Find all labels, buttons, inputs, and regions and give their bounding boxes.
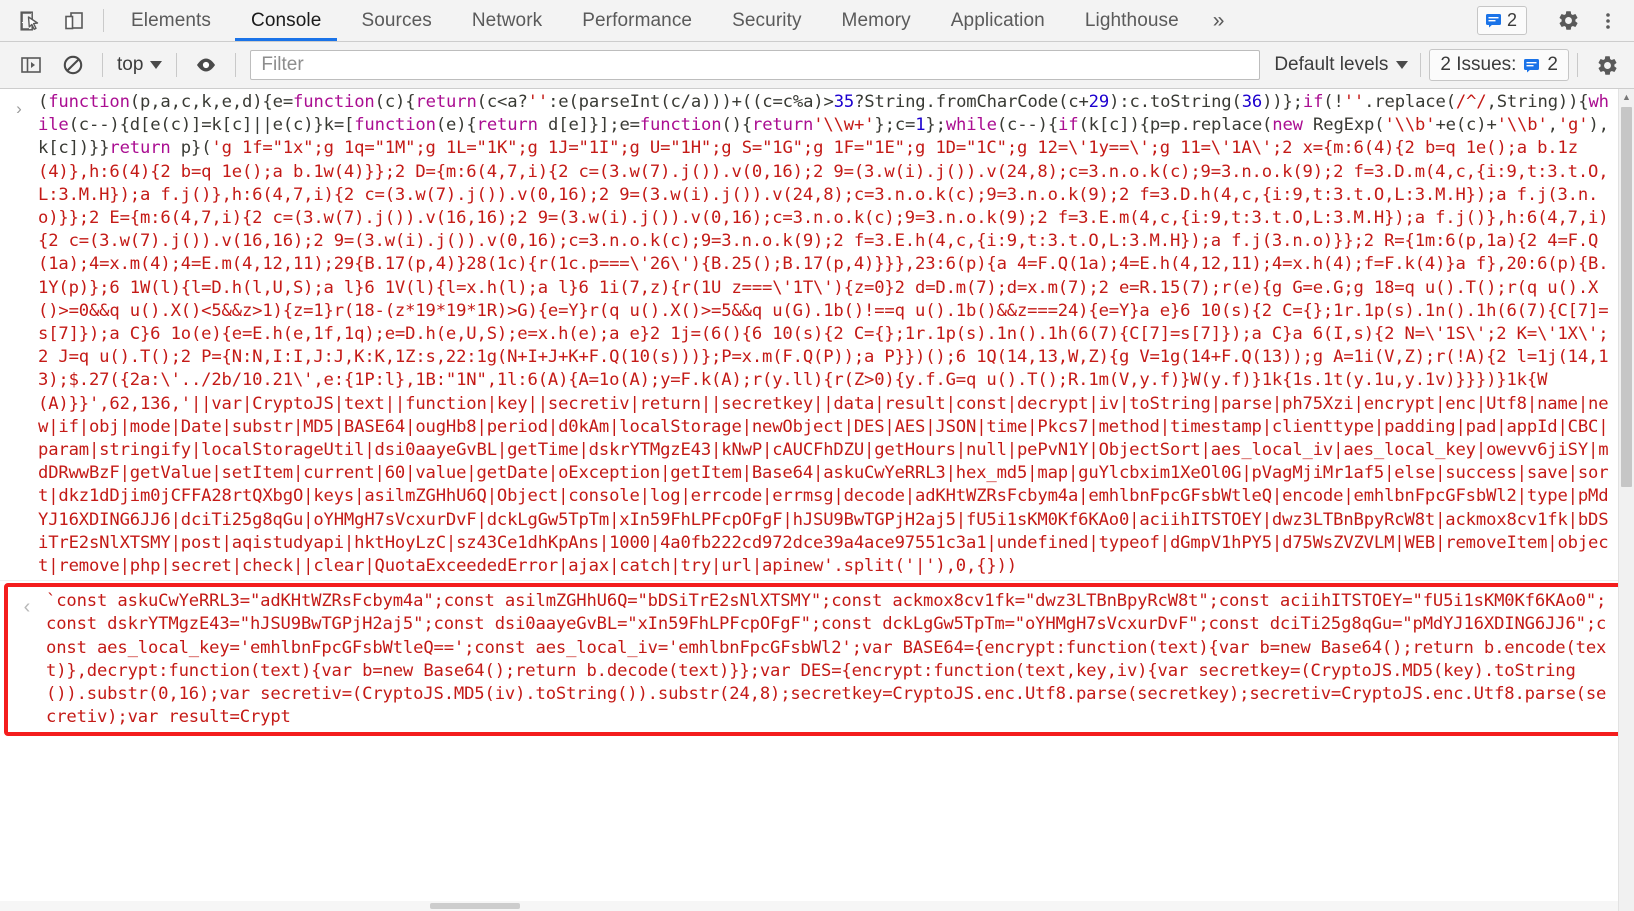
console-result-code: `const askuCwYeRRL3="adKHtWZRsFcbym4a";c… [46, 591, 1607, 728]
console-scroll-area: › (function(p,a,c,k,e,d){e=function(c){r… [0, 89, 1634, 911]
filter-input[interactable] [250, 50, 1261, 80]
chevron-down-icon [1396, 61, 1409, 69]
tab-label: Elements [131, 9, 212, 31]
eye-icon[interactable] [185, 45, 227, 85]
more-tabs-chevron-icon[interactable]: » [1199, 0, 1239, 41]
execution-context-label: top [117, 54, 144, 75]
panel-tabs: Elements Console Sources Network Perform… [111, 0, 1238, 41]
tab-label: Network [471, 9, 543, 31]
gear-icon[interactable] [1548, 0, 1588, 42]
console-input-code: (function(p,a,c,k,e,d){e=function(c){ret… [38, 92, 1609, 577]
tab-lighthouse[interactable]: Lighthouse [1065, 0, 1199, 41]
tabbar-right-actions: 2 [1476, 0, 1634, 42]
log-levels-label: Default levels [1274, 54, 1389, 75]
tab-console[interactable]: Console [231, 0, 341, 41]
console-input-message[interactable]: › (function(p,a,c,k,e,d){e=function(c){r… [0, 89, 1634, 582]
issues-badge-count: 2 [1506, 10, 1517, 30]
issues-counter-button[interactable]: 2 Issues: 2 [1429, 49, 1569, 81]
issue-message-icon [1485, 12, 1502, 29]
tab-label: Application [950, 9, 1045, 31]
devtools-tabbar: Elements Console Sources Network Perform… [0, 0, 1634, 42]
chevron-down-icon [150, 61, 163, 69]
actionbar-divider [235, 53, 237, 77]
tab-elements[interactable]: Elements [111, 0, 231, 41]
devtools-window: Elements Console Sources Network Perform… [0, 0, 1634, 911]
vertical-dots-icon[interactable] [1588, 0, 1628, 42]
log-levels-selector[interactable]: Default levels [1270, 51, 1412, 79]
tab-label: Console [251, 9, 322, 31]
tab-network[interactable]: Network [452, 0, 562, 41]
console-actionbar: top Default levels 2 Issues: [0, 42, 1634, 89]
horizontal-scrollbar-thumb[interactable] [430, 903, 520, 909]
actionbar-divider [102, 53, 103, 77]
console-sidebar-icon[interactable] [10, 45, 52, 85]
actionbar-divider [176, 53, 178, 77]
inspect-element-icon[interactable] [8, 0, 52, 41]
chevron-right-icon: › [16, 99, 22, 118]
gear-icon[interactable] [1586, 45, 1628, 85]
clear-console-icon[interactable] [52, 45, 94, 85]
tab-label: Performance [582, 9, 693, 31]
tab-label: Sources [361, 9, 432, 31]
issues-badge-button[interactable]: 2 [1476, 6, 1527, 35]
console-message-area[interactable]: › (function(p,a,c,k,e,d){e=function(c){r… [0, 89, 1634, 911]
device-toolbar-icon[interactable] [52, 0, 96, 41]
tab-label: Memory [841, 9, 911, 31]
console-result-message-highlighted[interactable]: ‹ `const askuCwYeRRL3="adKHtWZRsFcbym4a"… [4, 583, 1628, 737]
vertical-scrollbar-thumb[interactable] [1621, 107, 1632, 487]
issues-counter-count: 2 [1547, 54, 1558, 75]
tab-sources[interactable]: Sources [341, 0, 451, 41]
return-arrow-icon: ‹ [23, 596, 31, 619]
actionbar-divider [1577, 53, 1578, 77]
issue-message-icon [1523, 57, 1540, 74]
tab-label: Security [732, 9, 802, 31]
toolbar-divider [103, 9, 104, 32]
horizontal-scrollbar[interactable] [0, 901, 1618, 911]
tab-memory[interactable]: Memory [822, 0, 931, 41]
tab-label: Lighthouse [1084, 9, 1179, 31]
actionbar-divider [1420, 53, 1422, 77]
tab-performance[interactable]: Performance [562, 0, 712, 41]
scroll-up-arrow-icon[interactable]: ▲ [1619, 89, 1634, 105]
execution-context-selector[interactable]: top [111, 51, 168, 79]
tab-application[interactable]: Application [931, 0, 1065, 41]
issues-counter-label: 2 Issues: [1440, 54, 1517, 75]
tab-security[interactable]: Security [712, 0, 821, 41]
vertical-scrollbar[interactable]: ▲ [1618, 89, 1634, 911]
